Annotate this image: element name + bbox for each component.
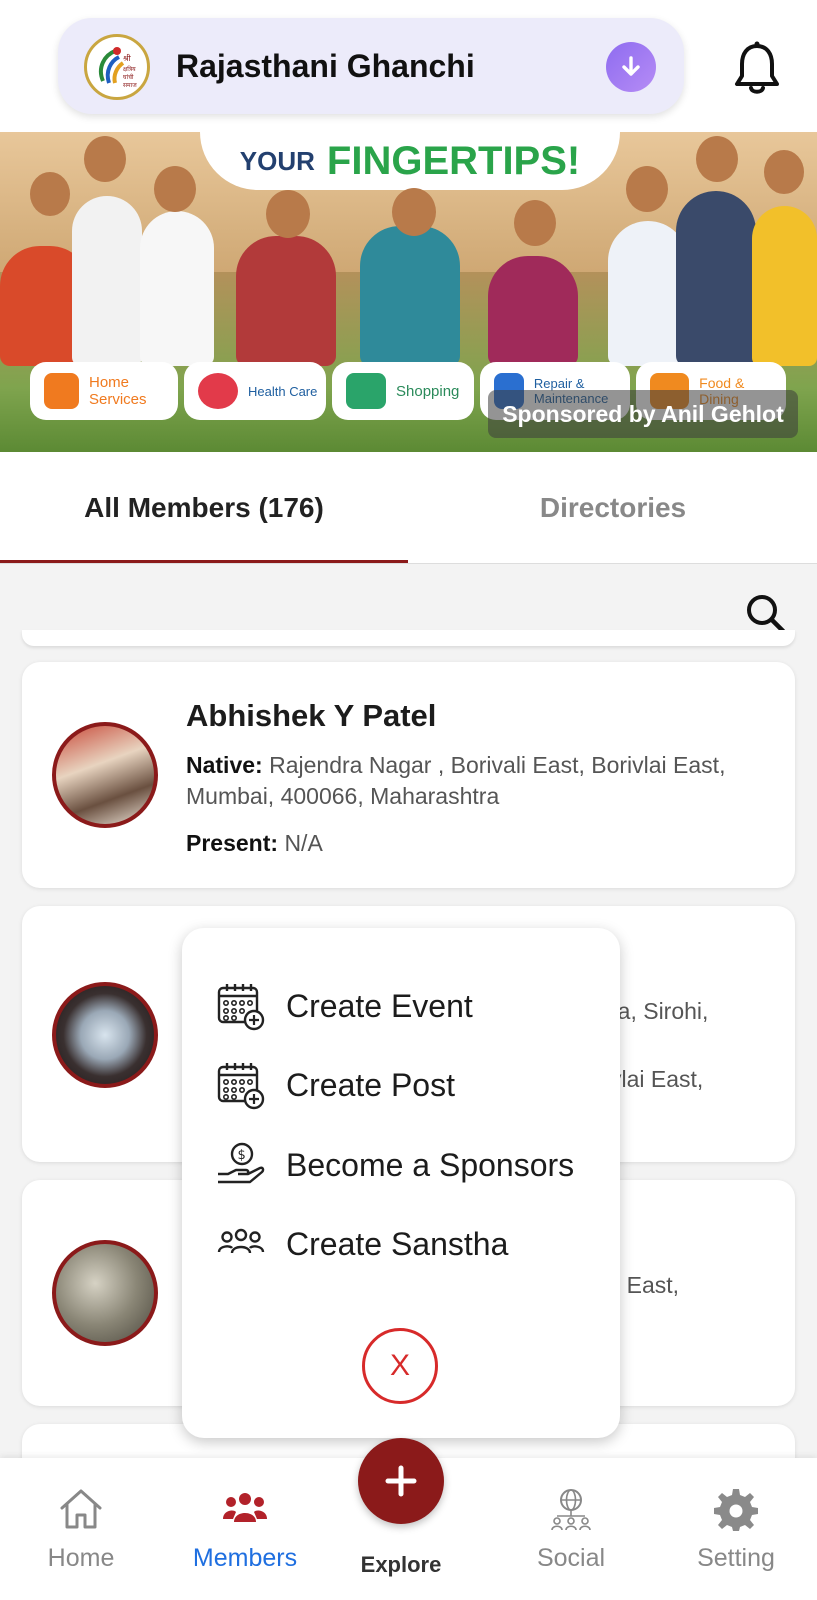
nav-social-label: Social [536,1544,606,1572]
avatar[interactable] [52,722,158,828]
create-menu-popup: Create Event Create Post $ Become a Spon… [182,928,620,1438]
svg-text:घांची: घांची [123,73,134,81]
plus-icon [385,1465,417,1497]
explore-button[interactable] [358,1438,444,1524]
native-value: Rajendra Nagar , Borivali East, Borivlai… [186,752,726,809]
home-icon [60,1489,102,1529]
banner-category-health-care: Health Care [184,362,326,420]
member-native-fragment: ra, Sirohi, [610,998,709,1024]
svg-text:$: $ [238,1148,246,1163]
calendar-add-icon [217,1063,265,1110]
nav-explore-label: Explore [360,1552,442,1577]
members-icon [223,1493,267,1522]
nav-home-label: Home [47,1544,115,1572]
nav-social[interactable]: Social [491,1458,651,1600]
heart-icon [198,373,238,409]
close-menu-button[interactable]: X [362,1328,438,1404]
nav-setting-label: Setting [697,1544,775,1572]
download-button[interactable] [606,42,656,92]
tab-all-members[interactable]: All Members (176) [0,452,408,564]
arrow-down-icon [622,56,640,76]
bottom-navigation: Home Members Explore Social Setting [0,1438,817,1600]
notification-bell-icon[interactable] [730,40,784,96]
banner-category-shopping: Shopping [332,362,474,420]
present-label: Present: [186,830,279,856]
banner-headline: YOUR FINGERTIPS! [200,132,620,190]
brand-pill: श्री क्षत्रिय घांची समाज Rajasthani Ghan… [58,18,684,114]
member-present-fragment: vlai East, [610,1066,704,1092]
menu-item-create-event[interactable]: Create Event [216,976,473,1036]
svg-text:क्षत्रिय: क्षत्रिय [123,65,136,73]
member-present-address: Present: N/A [186,828,746,859]
calendar-add-icon [217,984,265,1031]
shopping-bag-icon [346,373,386,409]
avatar[interactable] [52,982,158,1088]
member-native-fragment: li East, [610,1272,680,1298]
nav-members-label: Members [192,1544,298,1572]
menu-item-create-post[interactable]: Create Post [216,1055,455,1115]
avatar[interactable] [52,1240,158,1346]
social-network-icon [551,1489,591,1531]
banner-headline-part-a: YOUR [239,145,315,176]
gear-icon [714,1489,758,1531]
menu-item-label: Create Post [286,1066,455,1103]
menu-item-label: Create Event [286,987,473,1024]
app-title: Rajasthani Ghanchi [176,48,475,84]
sponsor-tag: Sponsored by Anil Gehlot [488,390,798,438]
menu-item-label: Create Sanstha [286,1225,509,1262]
app-header: श्री क्षत्रिय घांची समाज Rajasthani Ghan… [0,0,817,132]
home-services-icon [44,373,79,409]
community-logo: श्री क्षत्रिय घांची समाज [84,34,150,100]
promo-banner[interactable]: YOUR FINGERTIPS! Home Services Health Ca… [0,132,817,452]
member-card[interactable]: Abhishek Y Patel Native: Rajendra Nagar … [22,662,795,888]
list-card-edge [22,630,795,646]
menu-item-create-sanstha[interactable]: Create Sanstha [216,1214,508,1274]
menu-item-label: Become a Sponsors [286,1146,575,1183]
nav-members[interactable]: Members [165,1458,325,1600]
banner-category-home-services: Home Services [30,362,178,420]
svg-text:समाज: समाज [123,82,137,89]
nav-setting[interactable]: Setting [656,1458,816,1600]
present-value: N/A [284,830,323,856]
tab-divider [0,563,817,564]
tab-bar: All Members (176) Directories [0,452,817,564]
banner-headline-part-b: FINGERTIPS! [326,138,581,183]
tab-directories[interactable]: Directories [409,452,817,564]
member-native-address: Native: Rajendra Nagar , Borivali East, … [186,750,746,812]
nav-home[interactable]: Home [1,1458,161,1600]
native-label: Native: [186,752,263,778]
member-name: Abhishek Y Patel [186,698,437,733]
group-icon [217,1228,265,1254]
menu-item-become-sponsor[interactable]: $ Become a Sponsors [216,1135,574,1195]
svg-text:श्री: श्री [123,53,132,63]
hand-coin-icon: $ [218,1142,265,1184]
